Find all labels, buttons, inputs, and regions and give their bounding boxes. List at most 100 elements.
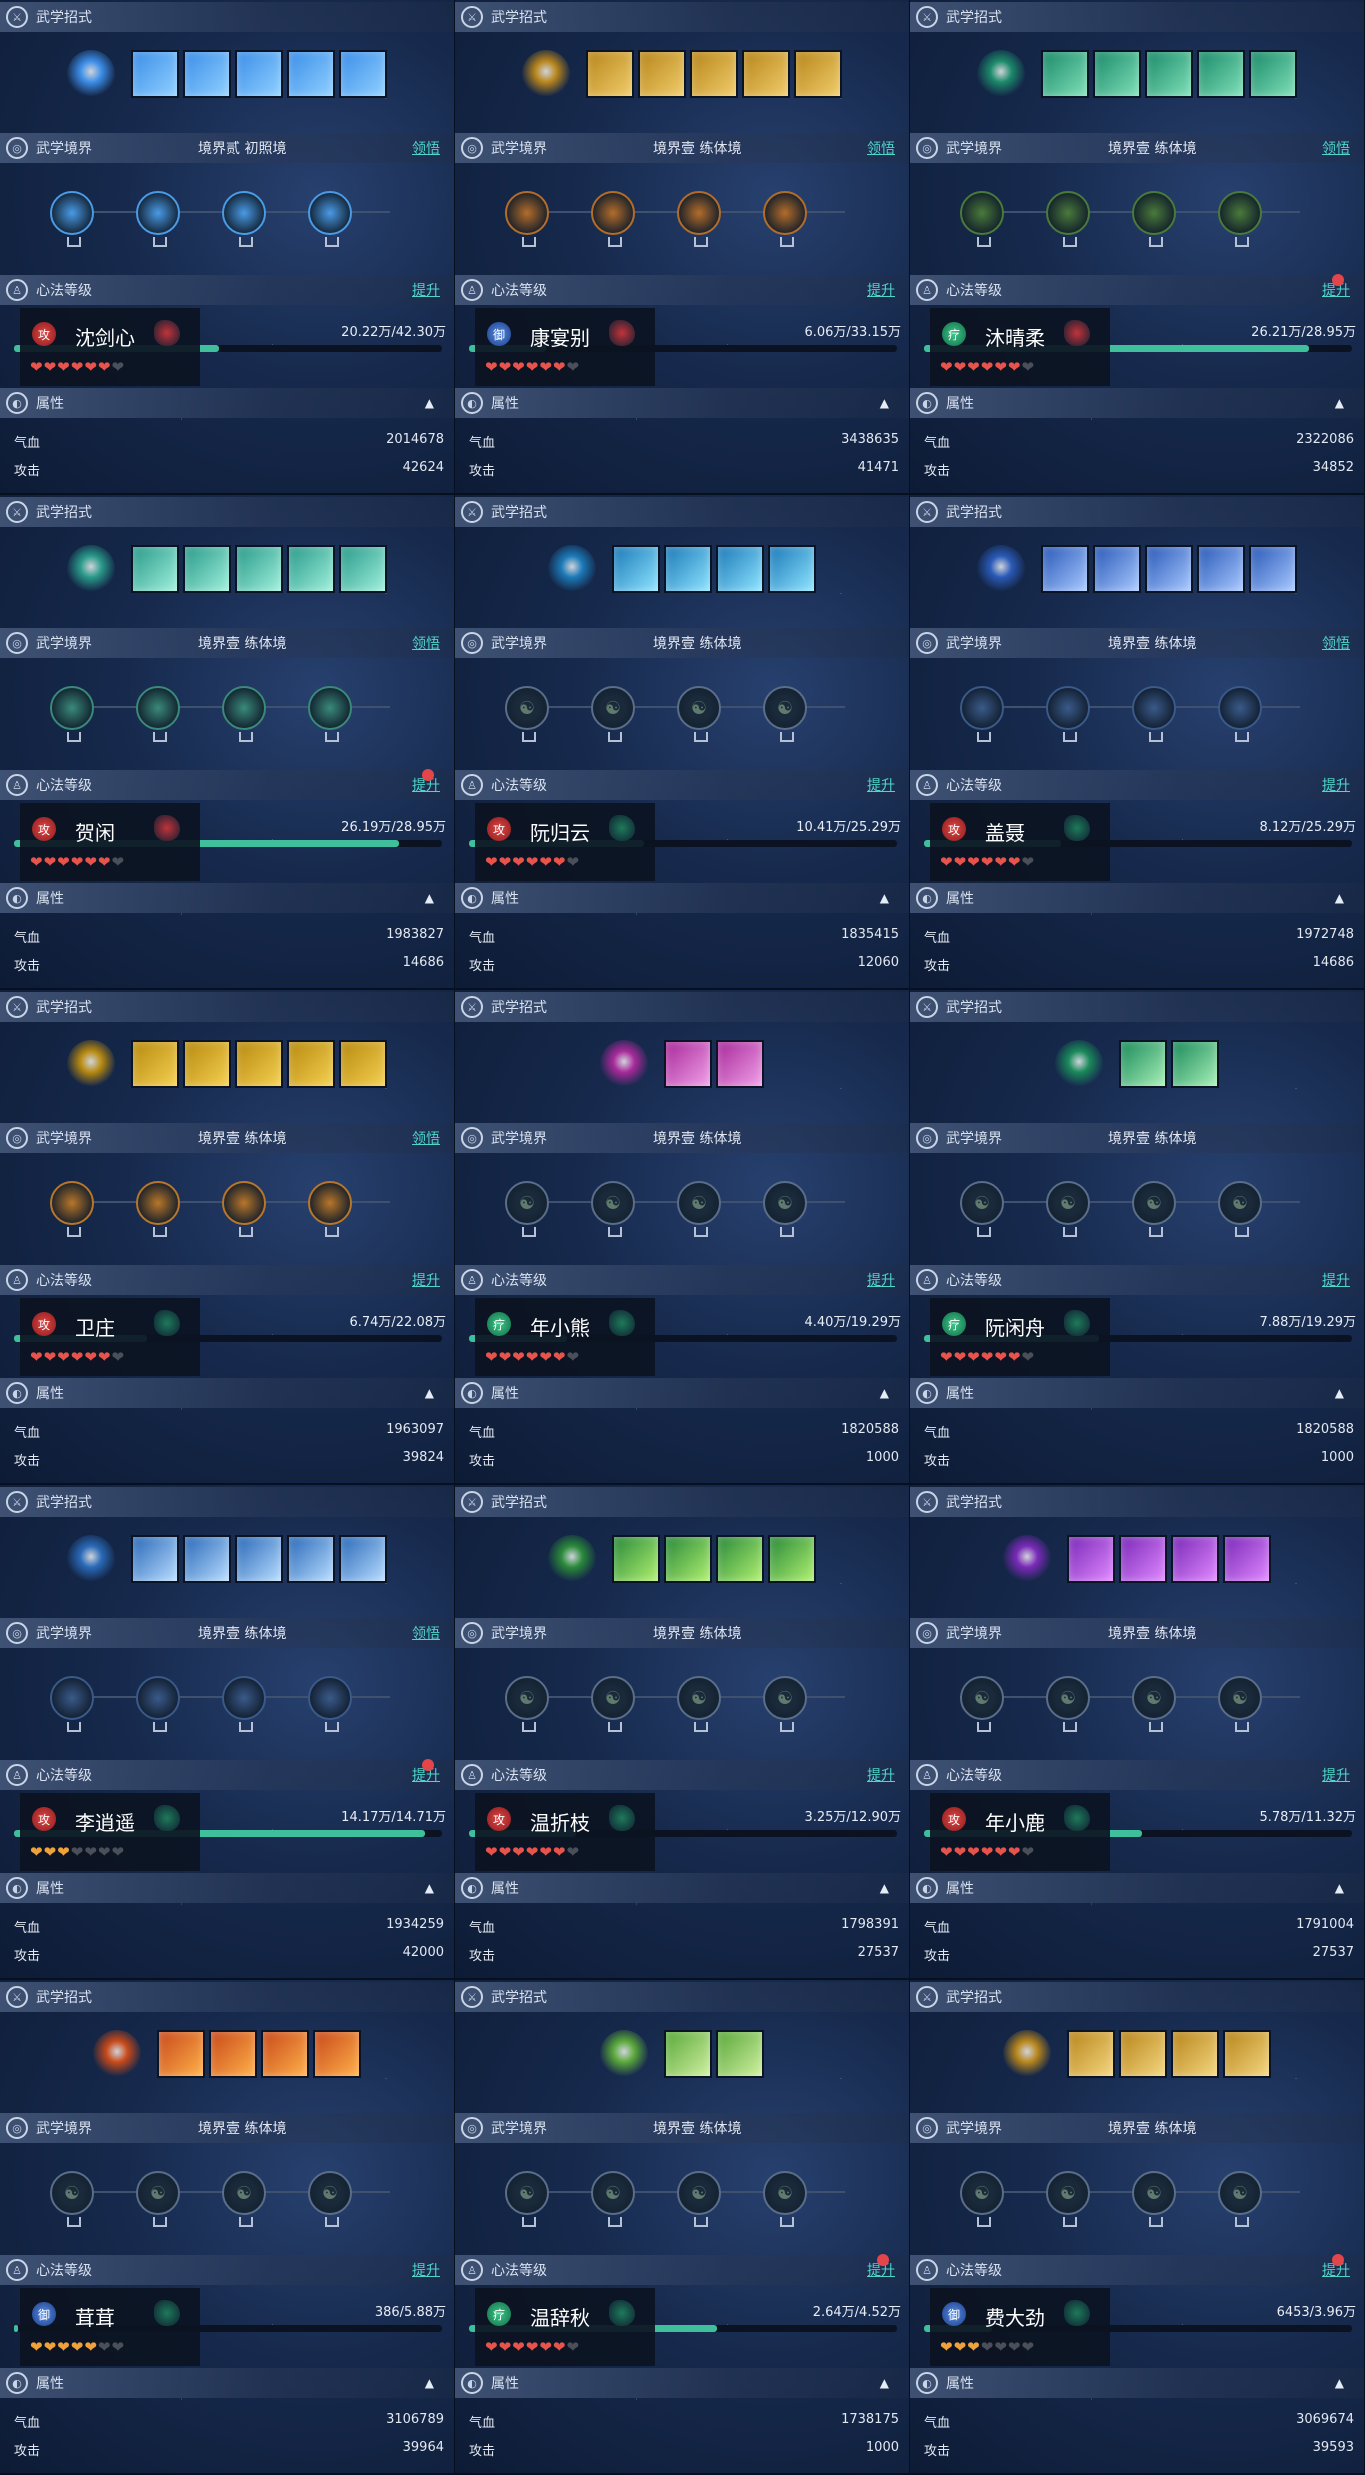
skill-icon[interactable]: [586, 50, 634, 98]
upgrade-button[interactable]: 提升: [1322, 775, 1350, 795]
upgrade-button[interactable]: 提升: [867, 1765, 895, 1785]
attr-header[interactable]: ◐ 属性 ▲: [455, 388, 909, 418]
attr-header[interactable]: ◐ 属性 ▲: [455, 883, 909, 913]
skill-icon[interactable]: [183, 1040, 231, 1088]
upgrade-button[interactable]: 提升: [1322, 1270, 1350, 1290]
skill-icon[interactable]: [339, 50, 387, 98]
realm-node-icon[interactable]: ☯: [763, 2171, 807, 2227]
skill-icon[interactable]: [235, 545, 283, 593]
realm-node-icon[interactable]: [1132, 191, 1176, 247]
realm-node-icon[interactable]: ☯: [591, 1181, 635, 1237]
realm-node-icon[interactable]: ☯: [505, 1676, 549, 1732]
attr-header[interactable]: ◐ 属性 ▲: [0, 388, 454, 418]
realm-node-icon[interactable]: [1046, 686, 1090, 742]
attr-header[interactable]: ◐ 属性 ▲: [0, 1378, 454, 1408]
main-skill-icon[interactable]: [977, 545, 1025, 593]
upgrade-button[interactable]: 提升: [412, 1270, 440, 1290]
realm-node-icon[interactable]: [136, 686, 180, 742]
realm-node-icon[interactable]: ☯: [960, 2171, 1004, 2227]
realm-node-icon[interactable]: ☯: [505, 2171, 549, 2227]
realm-node-icon[interactable]: [222, 686, 266, 742]
realm-node-icon[interactable]: ☯: [960, 1676, 1004, 1732]
main-skill-icon[interactable]: [67, 545, 115, 593]
main-skill-icon[interactable]: [1055, 1040, 1103, 1088]
skill-icon[interactable]: [183, 1535, 231, 1583]
realm-node-icon[interactable]: [222, 191, 266, 247]
main-skill-icon[interactable]: [1003, 1535, 1051, 1583]
comprehend-button[interactable]: 领悟: [1322, 633, 1350, 653]
comprehend-button[interactable]: 领悟: [412, 138, 440, 158]
main-skill-icon[interactable]: [522, 50, 570, 98]
skill-icon[interactable]: [664, 1040, 712, 1088]
skill-icon[interactable]: [716, 545, 764, 593]
skill-icon[interactable]: [1041, 50, 1089, 98]
comprehend-button[interactable]: 领悟: [412, 1623, 440, 1643]
realm-node-icon[interactable]: [1132, 686, 1176, 742]
realm-node-icon[interactable]: ☯: [1132, 2171, 1176, 2227]
attr-header[interactable]: ◐ 属性 ▲: [910, 1378, 1364, 1408]
skill-icon[interactable]: [183, 50, 231, 98]
upgrade-button[interactable]: 提升: [867, 2254, 895, 2280]
realm-node-icon[interactable]: [960, 191, 1004, 247]
skill-icon[interactable]: [313, 2030, 361, 2078]
realm-node-icon[interactable]: ☯: [677, 2171, 721, 2227]
collapse-caret-icon[interactable]: ▲: [425, 2376, 434, 2390]
skill-icon[interactable]: [664, 545, 712, 593]
collapse-caret-icon[interactable]: ▲: [1335, 2376, 1344, 2390]
collapse-caret-icon[interactable]: ▲: [1335, 1881, 1344, 1895]
realm-node-icon[interactable]: [222, 1181, 266, 1237]
skill-icon[interactable]: [287, 1535, 335, 1583]
realm-node-icon[interactable]: ☯: [1218, 1676, 1262, 1732]
skill-icon[interactable]: [716, 1535, 764, 1583]
realm-node-icon[interactable]: [136, 1676, 180, 1732]
upgrade-button[interactable]: 提升: [867, 775, 895, 795]
skill-icon[interactable]: [742, 50, 790, 98]
main-skill-icon[interactable]: [548, 545, 596, 593]
skill-icon[interactable]: [768, 1535, 816, 1583]
collapse-caret-icon[interactable]: ▲: [425, 396, 434, 410]
skill-icon[interactable]: [131, 1535, 179, 1583]
attr-header[interactable]: ◐ 属性 ▲: [910, 1873, 1364, 1903]
main-skill-icon[interactable]: [67, 50, 115, 98]
main-skill-icon[interactable]: [600, 2030, 648, 2078]
upgrade-button[interactable]: 提升: [1322, 274, 1350, 300]
skill-icon[interactable]: [261, 2030, 309, 2078]
skill-icon[interactable]: [1093, 545, 1141, 593]
main-skill-icon[interactable]: [977, 50, 1025, 98]
realm-node-icon[interactable]: [50, 686, 94, 742]
skill-icon[interactable]: [235, 50, 283, 98]
realm-node-icon[interactable]: [1218, 686, 1262, 742]
skill-icon[interactable]: [131, 1040, 179, 1088]
skill-icon[interactable]: [612, 545, 660, 593]
skill-icon[interactable]: [690, 50, 738, 98]
skill-icon[interactable]: [664, 1535, 712, 1583]
upgrade-button[interactable]: 提升: [412, 769, 440, 795]
realm-node-icon[interactable]: ☯: [1218, 2171, 1262, 2227]
collapse-caret-icon[interactable]: ▲: [880, 1386, 889, 1400]
upgrade-button[interactable]: 提升: [867, 1270, 895, 1290]
skill-icon[interactable]: [1067, 1535, 1115, 1583]
main-skill-icon[interactable]: [67, 1535, 115, 1583]
skill-icon[interactable]: [1223, 2030, 1271, 2078]
skill-icon[interactable]: [1119, 1535, 1167, 1583]
realm-node-icon[interactable]: ☯: [763, 1676, 807, 1732]
skill-icon[interactable]: [1171, 1040, 1219, 1088]
attr-header[interactable]: ◐ 属性 ▲: [455, 1378, 909, 1408]
realm-node-icon[interactable]: ☯: [308, 2171, 352, 2227]
realm-node-icon[interactable]: ☯: [505, 686, 549, 742]
realm-node-icon[interactable]: ☯: [1218, 1181, 1262, 1237]
realm-node-icon[interactable]: ☯: [1046, 2171, 1090, 2227]
realm-node-icon[interactable]: ☯: [1046, 1676, 1090, 1732]
realm-node-icon[interactable]: ☯: [677, 686, 721, 742]
attr-header[interactable]: ◐ 属性 ▲: [455, 2368, 909, 2398]
upgrade-button[interactable]: 提升: [1322, 2254, 1350, 2280]
skill-icon[interactable]: [1197, 50, 1245, 98]
comprehend-button[interactable]: 领悟: [412, 1128, 440, 1148]
realm-node-icon[interactable]: [308, 1181, 352, 1237]
upgrade-button[interactable]: 提升: [1322, 1765, 1350, 1785]
realm-node-icon[interactable]: [222, 1676, 266, 1732]
realm-node-icon[interactable]: ☯: [763, 686, 807, 742]
realm-node-icon[interactable]: [1218, 191, 1262, 247]
realm-node-icon[interactable]: [677, 191, 721, 247]
main-skill-icon[interactable]: [548, 1535, 596, 1583]
